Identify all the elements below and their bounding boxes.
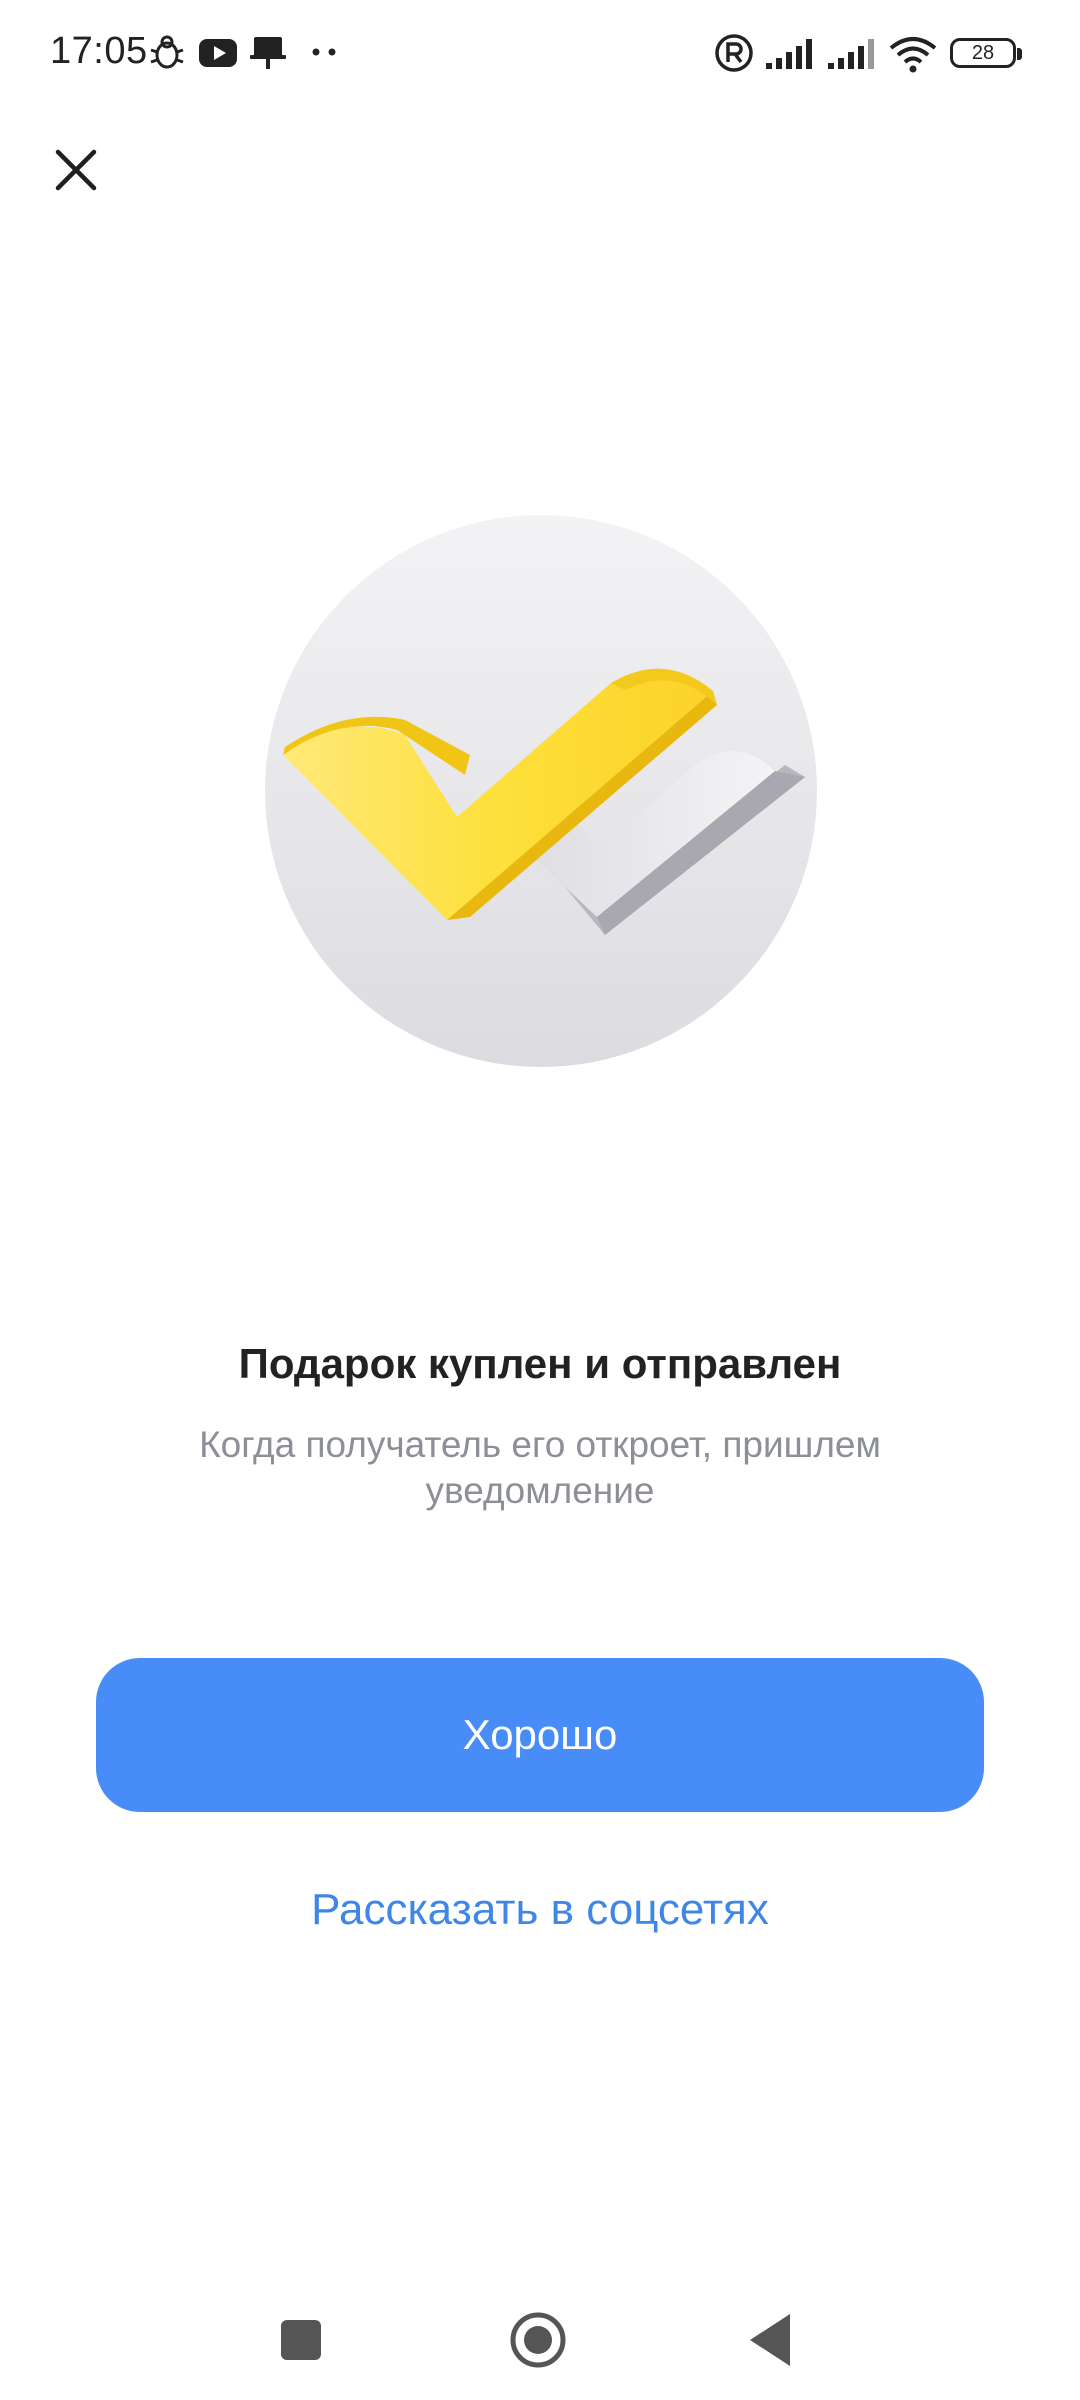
recent-apps-icon[interactable] (281, 2320, 321, 2360)
back-icon[interactable] (748, 2312, 792, 2368)
signal-icon (828, 39, 874, 69)
double-checkmark-icon (265, 515, 817, 1067)
system-nav-bar (0, 2280, 1080, 2400)
page-subtitle: Когда получатель его откроет, пришлем ув… (199, 1424, 881, 1511)
registered-icon (715, 34, 753, 72)
status-time: 17:05 (50, 30, 148, 72)
battery-level: 28 (971, 42, 995, 64)
close-button[interactable] (40, 130, 112, 202)
more-dots-icon (312, 48, 336, 56)
share-social-link[interactable]: Рассказать в соцсетях (0, 1885, 1080, 1935)
notification-icon (250, 37, 286, 69)
close-icon (55, 149, 97, 191)
battery-icon: 28 (950, 38, 1022, 68)
status-bar: 17:05 28 (0, 0, 1080, 110)
signal-icon (766, 39, 812, 69)
youtube-icon (199, 39, 237, 67)
ok-button[interactable]: Хорошо (96, 1658, 984, 1812)
home-icon[interactable] (508, 2310, 568, 2370)
wifi-icon (889, 37, 937, 73)
bug-icon (150, 35, 184, 69)
page-title: Подарок куплен и отправлен (238, 1340, 842, 1387)
